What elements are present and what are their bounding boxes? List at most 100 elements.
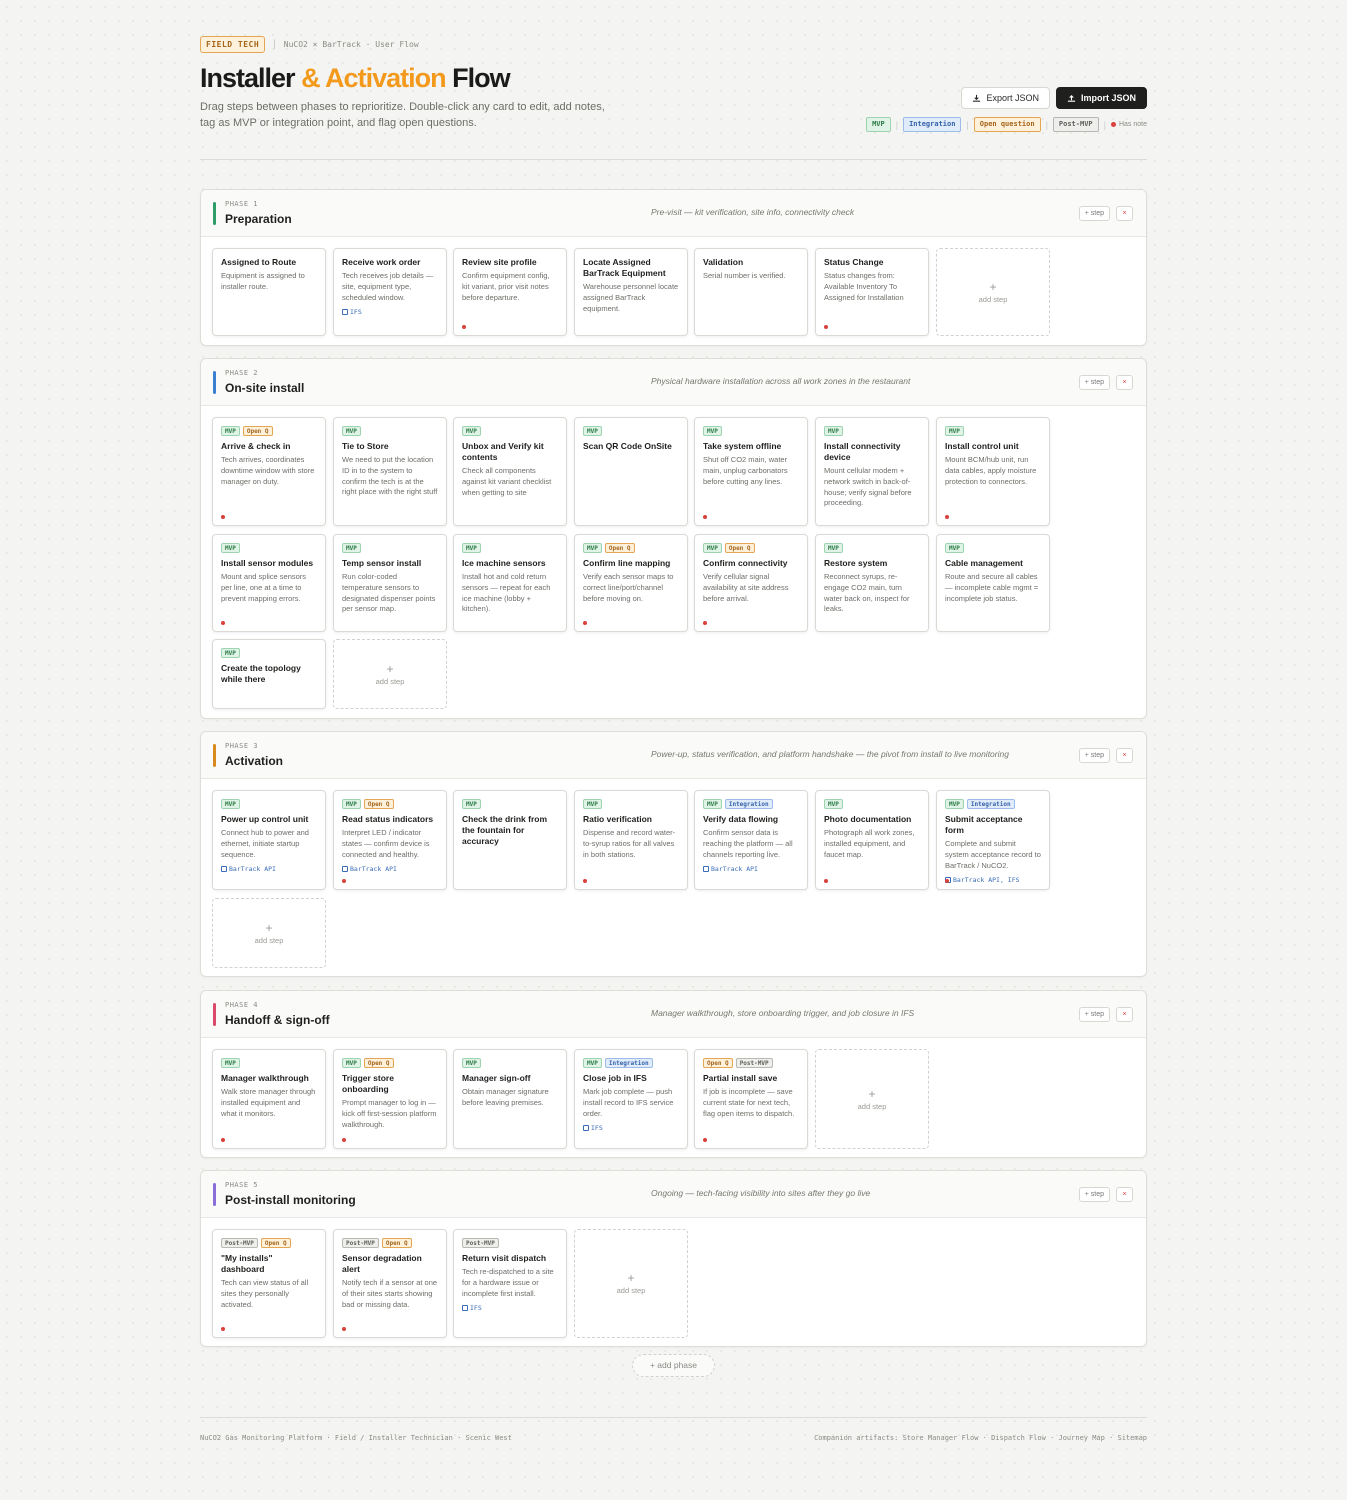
- add-phase-button[interactable]: + add phase: [632, 1354, 715, 1377]
- step-card[interactable]: Open Q Post-MVP Partial install save If job…: [694, 1049, 808, 1149]
- step-card[interactable]: MVP Ice machine sensors Install hot and co…: [453, 534, 567, 632]
- step-card[interactable]: MVP Scan QR Code OnSite: [574, 417, 688, 526]
- card-description: Tech re-dispatched to a site for a hardw…: [462, 1267, 554, 1298]
- step-card[interactable]: Assigned to Route Equipment is assigned t…: [212, 248, 326, 336]
- card-title: Status Change: [824, 257, 884, 267]
- tag-mvp: MVP: [945, 426, 964, 436]
- card-tags: MVP: [462, 426, 558, 436]
- phase-remove-button[interactable]: ×: [1116, 1187, 1133, 1202]
- step-card[interactable]: MVP Open Q Confirm connectivity Verify cell…: [694, 534, 808, 632]
- tag-open: Open Q: [242, 426, 273, 436]
- step-card[interactable]: MVP Take system offline Shut off CO2 main,…: [694, 417, 808, 526]
- step-card[interactable]: Post-MVP Return visit dispatch Tech re-dis…: [453, 1229, 567, 1338]
- phase-add-step-button[interactable]: + step: [1078, 1187, 1110, 1202]
- step-card[interactable]: Status Change Status changes from: Availa…: [815, 248, 929, 336]
- phase-remove-button[interactable]: ×: [1116, 375, 1133, 390]
- step-card[interactable]: MVP Unbox and Verify kit contents Check al…: [453, 417, 567, 526]
- add-step-card[interactable]: + add step: [333, 639, 447, 709]
- phase-remove-button[interactable]: ×: [1116, 1007, 1133, 1022]
- step-card[interactable]: Validation Serial number is verified.: [694, 248, 808, 336]
- step-card[interactable]: MVP Integration Close job in IFS Mark job c…: [574, 1049, 688, 1149]
- step-card[interactable]: MVP Power up control unit Connect hub to p…: [212, 790, 326, 890]
- card-title: Install connectivity device: [824, 441, 901, 462]
- step-card[interactable]: Post-MVP Open Q "My installs" dashboard Tec…: [212, 1229, 326, 1338]
- step-card[interactable]: MVP Cable management Route and secure all …: [936, 534, 1050, 632]
- plus-icon: +: [386, 661, 394, 676]
- step-card[interactable]: MVP Restore system Reconnect syrups, re-en…: [815, 534, 929, 632]
- phase-header[interactable]: PHASE 5 Post-install monitoring Ongoing …: [201, 1171, 1146, 1218]
- note-dot-icon: [221, 1327, 225, 1331]
- card-description: Obtain manager signature before leaving …: [462, 1087, 549, 1107]
- step-card[interactable]: MVP Temp sensor install Run color-coded te…: [333, 534, 447, 632]
- step-card[interactable]: MVP Ratio verification Dispense and record…: [574, 790, 688, 890]
- card-link[interactable]: BarTrack API: [703, 865, 799, 873]
- step-card[interactable]: MVP Open Q Arrive & check in Tech arrives, …: [212, 417, 326, 526]
- phase-color-bar: [213, 202, 216, 225]
- note-dot-icon: [342, 1327, 346, 1331]
- card-description: If job is incomplete — save current stat…: [703, 1087, 795, 1118]
- import-json-button[interactable]: Import JSON: [1055, 87, 1147, 109]
- card-title: Manager sign-off: [462, 1073, 531, 1083]
- card-description: Route and secure all cables — incomplete…: [945, 572, 1039, 603]
- card-link[interactable]: BarTrack API: [342, 865, 438, 873]
- card-tags: MVP: [824, 426, 920, 436]
- phase-header[interactable]: PHASE 3 Activation Power-up, status veri…: [201, 732, 1146, 779]
- step-card[interactable]: Post-MVP Open Q Sensor degradation alert No…: [333, 1229, 447, 1338]
- card-description: Tech can view status of all sites they p…: [221, 1278, 309, 1309]
- step-card[interactable]: MVP Manager walkthrough Walk store manager…: [212, 1049, 326, 1149]
- step-card[interactable]: MVP Open Q Trigger store onboarding Prompt …: [333, 1049, 447, 1149]
- card-title: Temp sensor install: [342, 558, 422, 568]
- phase-add-step-button[interactable]: + step: [1078, 375, 1110, 390]
- step-card[interactable]: MVP Install control unit Mount BCM/hub uni…: [936, 417, 1050, 526]
- phase-remove-button[interactable]: ×: [1116, 206, 1133, 221]
- phase-title: Activation: [225, 754, 284, 768]
- phase-add-step-button[interactable]: + step: [1078, 748, 1110, 763]
- phase-header[interactable]: PHASE 1 Preparation Pre-visit — kit veri…: [201, 190, 1146, 237]
- step-card[interactable]: Receive work order Tech receives job deta…: [333, 248, 447, 336]
- note-dot-icon: [703, 515, 707, 519]
- card-title: Ratio verification: [583, 814, 652, 824]
- card-link[interactable]: BarTrack API: [221, 865, 317, 873]
- step-card[interactable]: Review site profile Confirm equipment con…: [453, 248, 567, 336]
- card-tags: Open Q Post-MVP: [703, 1058, 799, 1068]
- step-card[interactable]: MVP Install connectivity device Mount cell…: [815, 417, 929, 526]
- add-step-card[interactable]: + add step: [936, 248, 1050, 336]
- step-card[interactable]: MVP Open Q Confirm line mapping Verify each…: [574, 534, 688, 632]
- card-tags: MVP Integration: [703, 799, 799, 809]
- phase-add-step-button[interactable]: + step: [1078, 206, 1110, 221]
- step-card[interactable]: MVP Integration Verify data flowing Confirm…: [694, 790, 808, 890]
- tag-mvp: MVP: [824, 543, 843, 553]
- plus-icon: +: [989, 279, 997, 294]
- step-card[interactable]: MVP Create the topology while there: [212, 639, 326, 709]
- step-card[interactable]: Locate Assigned BarTrack Equipment Wareho…: [574, 248, 688, 336]
- card-title: Install sensor modules: [221, 558, 314, 568]
- phase-add-step-button[interactable]: + step: [1078, 1007, 1110, 1022]
- step-card[interactable]: MVP Photo documentation Photograph all wor…: [815, 790, 929, 890]
- phase-color-bar: [213, 1183, 216, 1206]
- card-link[interactable]: IFS: [342, 308, 438, 316]
- card-title: Confirm line mapping: [583, 558, 671, 568]
- phase-header[interactable]: PHASE 4 Handoff & sign-off Manager walkt…: [201, 991, 1146, 1038]
- step-card[interactable]: MVP Check the drink from the fountain for…: [453, 790, 567, 890]
- note-dot-icon: [703, 621, 707, 625]
- card-link[interactable]: IFS: [462, 1304, 558, 1312]
- card-title: Confirm connectivity: [703, 558, 788, 568]
- step-card[interactable]: MVP Integration Submit acceptance form Comp…: [936, 790, 1050, 890]
- add-step-card[interactable]: + add step: [815, 1049, 929, 1149]
- card-description: Reconnect syrups, re-engage CO2 main, tu…: [824, 572, 910, 614]
- card-link[interactable]: IFS: [583, 1124, 679, 1132]
- add-step-card[interactable]: + add step: [574, 1229, 688, 1338]
- step-card[interactable]: MVP Manager sign-off Obtain manager signat…: [453, 1049, 567, 1149]
- card-tags: MVP: [221, 543, 317, 553]
- step-card[interactable]: MVP Open Q Read status indicators Interpret…: [333, 790, 447, 890]
- card-description: Prompt manager to log in — kick off firs…: [342, 1098, 437, 1129]
- step-card[interactable]: MVP Install sensor modules Mount and splic…: [212, 534, 326, 632]
- step-card[interactable]: MVP Tie to Store We need to put the locati…: [333, 417, 447, 526]
- card-link[interactable]: BarTrack API, IFS: [945, 876, 1041, 884]
- tag-mvp: MVP: [342, 1058, 361, 1068]
- phase-header[interactable]: PHASE 2 On-site install Physical hardwar…: [201, 359, 1146, 406]
- export-json-button[interactable]: Export JSON: [961, 87, 1050, 109]
- add-step-card[interactable]: + add step: [212, 898, 326, 968]
- phase-title: On-site install: [225, 381, 305, 395]
- phase-remove-button[interactable]: ×: [1116, 748, 1133, 763]
